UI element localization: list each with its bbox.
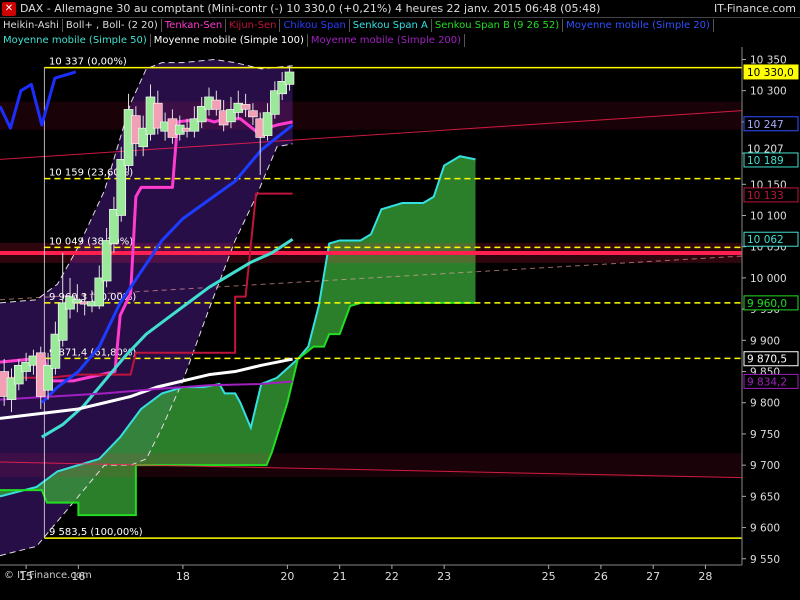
price-tag-3: 10 189 [747, 155, 784, 167]
x-axis-background [0, 565, 800, 600]
x-tick-label-8: 26 [594, 570, 608, 583]
legend-a-2[interactable]: Tenkan-Sen [162, 19, 227, 32]
candle-body-16 [116, 159, 127, 216]
brand-label: IT-Finance.com [714, 2, 796, 15]
legend-a-3[interactable]: Kijun-Sen [226, 19, 281, 32]
y-tick-label-15: 10 300 [750, 86, 787, 98]
fib-label-0: 10 337 (0,00%) [49, 57, 127, 68]
price-tag-1: 10 247 [747, 119, 784, 131]
price-tag-4: 10 133 [747, 190, 784, 202]
y-tick-label-1: 9 600 [750, 523, 780, 535]
candle-body-14 [101, 240, 112, 282]
legend-b-2[interactable]: Moyenne mobile (Simple 200) [308, 34, 466, 47]
price-chart[interactable]: 10 337 (0,00%)10 159 (23,60%)10 049 (38,… [0, 47, 800, 600]
y-tick-label-0: 9 550 [750, 554, 780, 566]
x-tick-label-7: 25 [542, 570, 556, 583]
chart-title: DAX - Allemagne 30 au comptant (Mini-con… [20, 2, 601, 15]
legend-a-7[interactable]: Moyenne mobile (Simple 20) [563, 19, 714, 32]
watermark: © IT-Finance.com [4, 570, 92, 581]
legend-a-4[interactable]: Chikou Span [280, 19, 350, 32]
price-tag-5: 10 062 [747, 234, 784, 246]
price-tag-6: 9 960,0 [747, 298, 787, 310]
y-tick-label-9: 10 000 [750, 273, 787, 285]
indicator-legend-row1: Heikin-Ashi Boll+ , Boll- (2 20) Tenkan-Se… [0, 19, 800, 32]
y-tick-label-7: 9 900 [750, 335, 780, 347]
y-tick-label-5: 9 800 [750, 398, 780, 410]
price-tag-0: 10 330,0 [747, 67, 794, 79]
x-tick-label-3: 20 [280, 570, 294, 583]
upper-glow [0, 101, 742, 130]
x-tick-label-6: 23 [437, 570, 451, 583]
candle-body-39 [284, 71, 295, 85]
y-tick-label-4: 9 750 [750, 429, 780, 441]
legend-a-0[interactable]: Heikin-Ashi [0, 19, 63, 32]
candle-body-33 [240, 104, 251, 110]
x-tick-label-4: 21 [333, 570, 347, 583]
y-tick-label-11: 10 100 [750, 211, 787, 223]
y-tick-label-3: 9 700 [750, 460, 780, 472]
legend-b-1[interactable]: Moyenne mobile (Simple 100) [151, 34, 308, 47]
x-tick-label-5: 22 [385, 570, 399, 583]
y-tick-label-2: 9 650 [750, 491, 780, 503]
fib-label-5: 9 583,5 (100,00%) [49, 527, 143, 538]
candle-body-29 [211, 99, 222, 110]
legend-a-1[interactable]: Boll+ , Boll- (2 20) [63, 19, 162, 32]
close-icon[interactable]: ✕ [2, 1, 16, 16]
fib-label-2: 10 049 (38,20%) [49, 236, 133, 247]
price-tag-7: 9 870,5 [747, 354, 787, 366]
x-tick-label-10: 28 [698, 570, 712, 583]
price-tag-8: 9 834,2 [747, 376, 787, 388]
candle-body-37 [270, 90, 280, 115]
legend-a-5[interactable]: Senkou Span A [350, 19, 432, 32]
indicator-legend-row2: Moyenne mobile (Simple 50) Moyenne mobile… [0, 34, 800, 47]
candle-body-6 [43, 364, 53, 391]
title-bar: ✕ DAX - Allemagne 30 au comptant (Mini-c… [0, 0, 800, 18]
candle-body-34 [248, 110, 258, 118]
x-tick-label-9: 27 [646, 570, 660, 583]
legend-a-6[interactable]: Senkou Span B (9 26 52) [432, 19, 564, 32]
legend-b-0[interactable]: Moyenne mobile (Simple 50) [0, 34, 151, 47]
candle-body-36 [262, 112, 273, 136]
candle-body-13 [94, 277, 105, 307]
x-tick-label-2: 18 [176, 570, 190, 583]
